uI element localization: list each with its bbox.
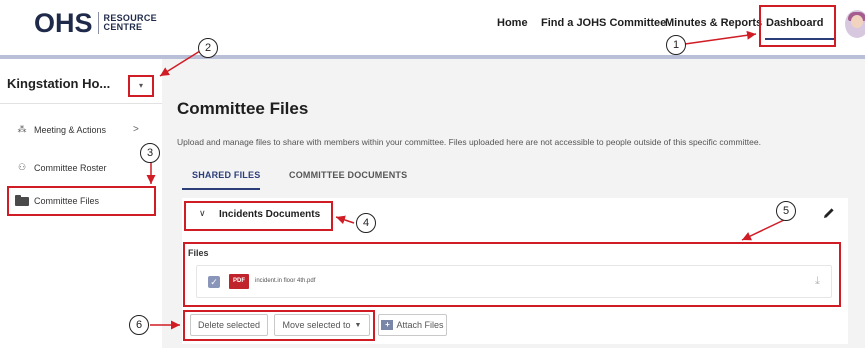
active-tab-indicator (182, 188, 260, 190)
top-header: OHS RESOURCE CENTRE Home Find a JOHS Com… (0, 0, 865, 55)
annotation-box-5 (183, 242, 841, 307)
user-avatar[interactable] (845, 10, 865, 38)
nav-minutes-reports[interactable]: Minutes & Reports (665, 17, 762, 29)
nav-home[interactable]: Home (497, 17, 528, 29)
committee-name: Kingstation Ho... (7, 76, 111, 91)
pencil-icon[interactable] (822, 206, 836, 220)
annotation-number-6: 6 (129, 315, 149, 335)
chevron-right-icon: > (133, 124, 139, 135)
page-title: Committee Files (177, 99, 309, 118)
annotation-box-1 (759, 5, 836, 47)
logo-main-text: OHS (34, 8, 93, 38)
sidebar-item-label: Committee Roster (34, 162, 107, 173)
roster-icon: ⚇ (17, 162, 27, 172)
logo-divider (97, 12, 99, 34)
page-description: Upload and manage files to share with me… (177, 137, 761, 147)
logo-subtitle: RESOURCE CENTRE (104, 14, 157, 32)
annotation-number-1: 1 (666, 35, 686, 55)
nav-find-committee[interactable]: Find a JOHS Committee (541, 17, 666, 29)
tab-shared-files[interactable]: SHARED FILES (192, 170, 260, 180)
avatar-face (851, 15, 863, 28)
attach-icon: + (381, 320, 394, 330)
meeting-icon: ⁂ (17, 124, 27, 134)
annotation-number-4: 4 (356, 213, 376, 233)
sidebar-item-committee-roster[interactable]: ⚇ Committee Roster (15, 162, 107, 173)
sidebar-divider (0, 103, 162, 104)
annotation-box-6 (183, 310, 375, 341)
button-label: Attach Files (396, 320, 444, 330)
annotation-number-2: 2 (198, 38, 218, 58)
annotation-box-4 (184, 201, 333, 231)
annotation-number-5: 5 (776, 201, 796, 221)
annotation-box-2 (128, 75, 154, 97)
annotation-number-3: 3 (140, 143, 160, 163)
logo-sub-line2: CENTRE (103, 22, 143, 32)
tab-committee-documents[interactable]: COMMITTEE DOCUMENTS (289, 170, 407, 180)
attach-files-button[interactable]: + Attach Files (378, 314, 447, 336)
sidebar-item-meeting-actions[interactable]: ⁂ Meeting & Actions (15, 124, 107, 135)
annotation-box-3 (7, 186, 156, 216)
ohs-logo[interactable]: OHS RESOURCE CENTRE (34, 9, 157, 37)
sidebar-item-label: Meeting & Actions (34, 124, 107, 135)
